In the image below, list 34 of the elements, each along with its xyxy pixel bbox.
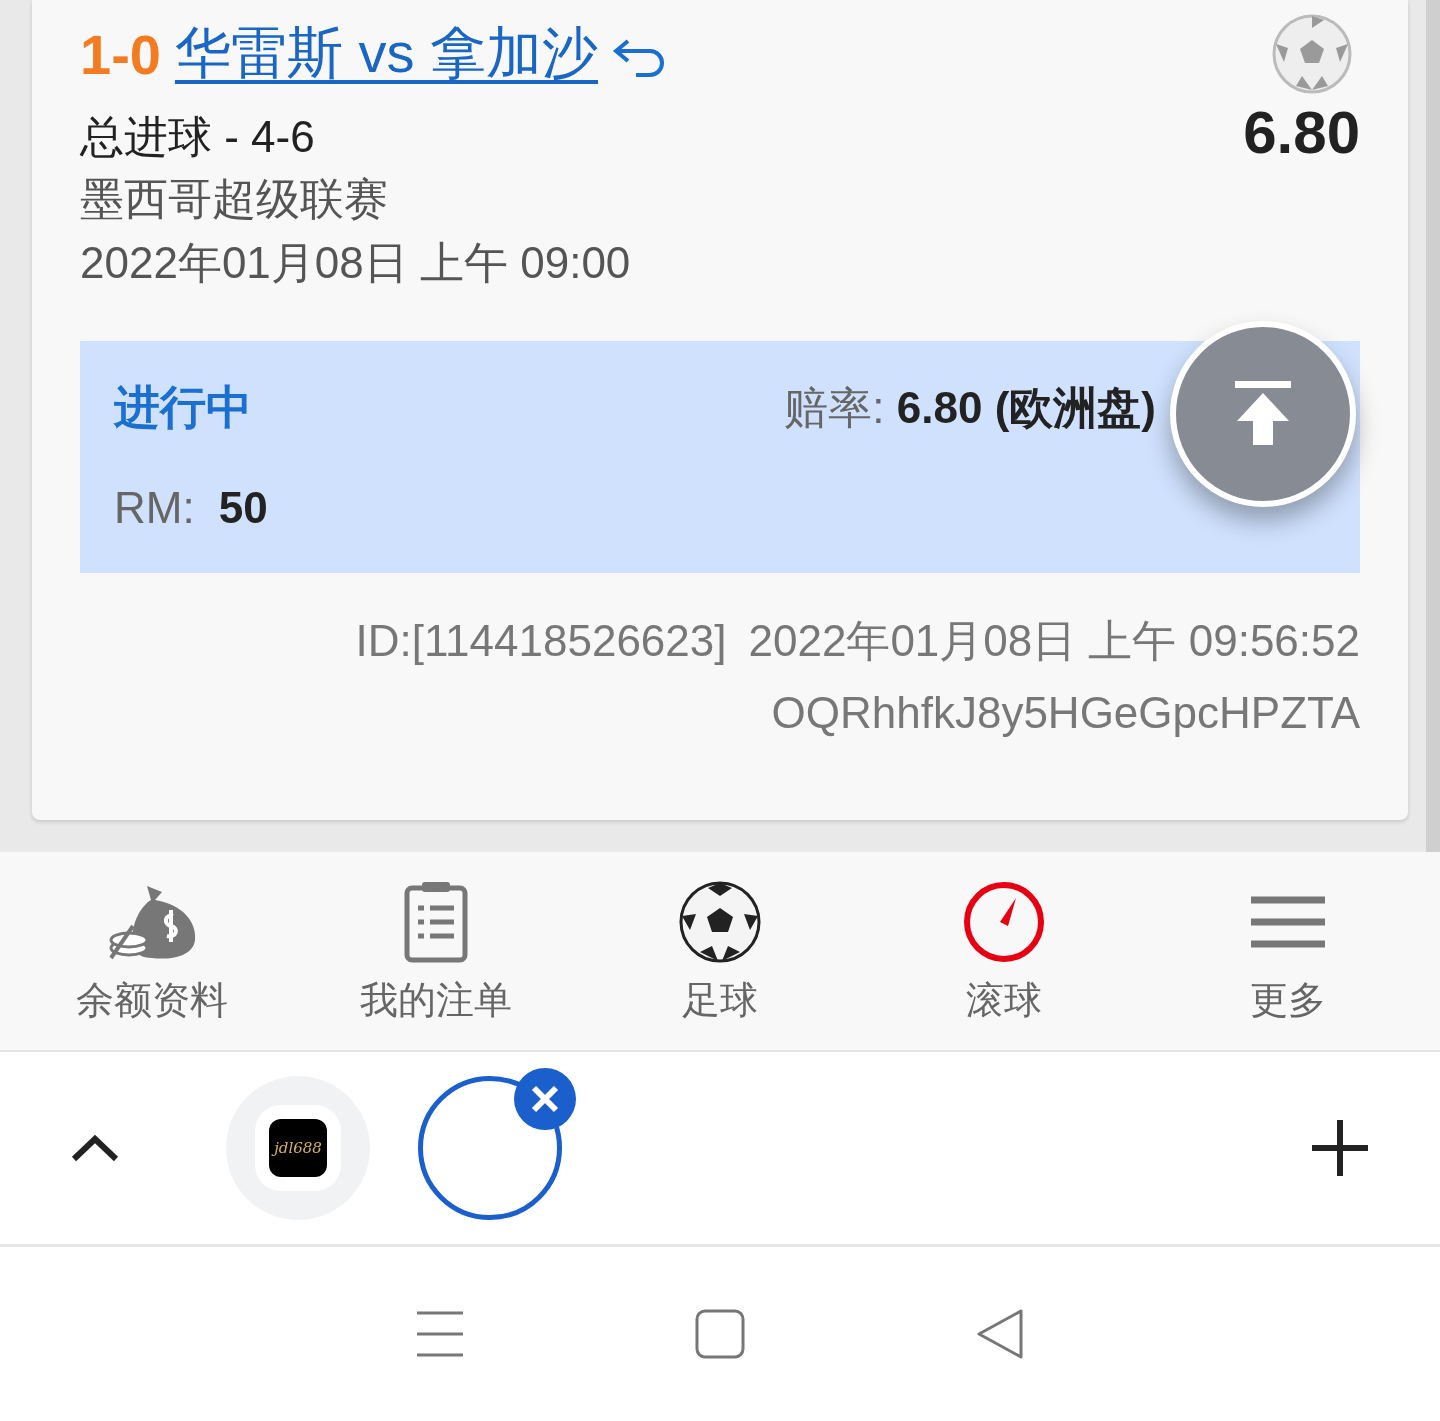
nav-label: 滚球: [966, 977, 1042, 1023]
match-link[interactable]: 华雷斯 vs 拿加沙: [174, 16, 599, 92]
bet-code: OQRhhfkJ8y5HGeGpcHPZTA: [770, 687, 1360, 739]
scrollbar[interactable]: [1426, 0, 1440, 852]
bet-status: 进行中: [114, 380, 252, 435]
bet-id: ID:[114418526623]: [355, 615, 727, 667]
nav-item[interactable]: 更多: [1178, 876, 1398, 1026]
odds-label: 赔率:: [784, 382, 885, 432]
odds-value: 6.80 (欧洲盘): [896, 382, 1156, 432]
back-triangle-icon[interactable]: [975, 1309, 1025, 1359]
nav-item[interactable]: 滚球: [894, 876, 1114, 1026]
odds: 6.80: [1243, 98, 1360, 167]
close-icon: [530, 1084, 560, 1114]
placed-time: 2022年01月08日 上午 09:56:52: [748, 615, 1360, 667]
scroll-to-top-button[interactable]: [1170, 321, 1356, 507]
nav-label: 我的注单: [360, 977, 512, 1023]
chevron-up-icon[interactable]: [70, 1133, 120, 1163]
stake-label: RM:: [114, 483, 195, 533]
nav-label: 足球: [682, 977, 758, 1023]
nav-item[interactable]: 足球: [610, 876, 830, 1026]
soccer-ball-icon: [1272, 14, 1352, 94]
menu-icon[interactable]: [415, 1309, 465, 1359]
kickoff-time: 2022年01月08日 上午 09:00: [80, 237, 632, 289]
add-tab-icon[interactable]: [1310, 1118, 1370, 1178]
nav-item[interactable]: 余额资料: [42, 876, 262, 1026]
league-name: 墨西哥超级联赛: [80, 173, 389, 225]
stake-amount: 50: [218, 483, 268, 533]
nav-label: 更多: [1250, 977, 1326, 1023]
tab-thumbnail[interactable]: jdl688: [226, 1076, 370, 1220]
home-square-icon[interactable]: [695, 1309, 745, 1359]
nav-label: 余额资料: [76, 977, 228, 1023]
score: 1-0: [80, 21, 161, 87]
nav-item[interactable]: 我的注单: [326, 876, 546, 1026]
bet-market: 总进球 - 4-6: [80, 111, 315, 163]
